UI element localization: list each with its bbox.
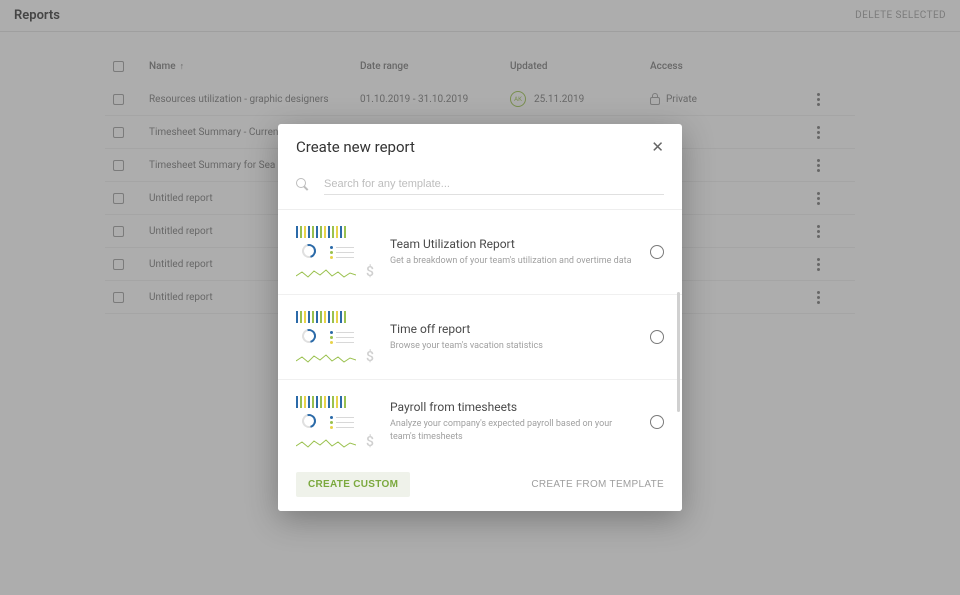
close-icon[interactable]: ✕ bbox=[651, 138, 664, 156]
search-input[interactable] bbox=[324, 174, 664, 195]
modal-title: Create new report bbox=[296, 138, 415, 156]
template-thumbnail: $ bbox=[296, 224, 374, 280]
create-custom-button[interactable]: CREATE CUSTOM bbox=[296, 472, 410, 497]
template-title: Time off report bbox=[390, 322, 634, 336]
template-title: Team Utilization Report bbox=[390, 237, 634, 251]
template-radio[interactable] bbox=[650, 245, 664, 259]
modal-header: Create new report ✕ bbox=[278, 124, 682, 166]
template-option[interactable]: $ Time off report Browse your team's vacat… bbox=[278, 295, 682, 380]
modal-backdrop[interactable]: Create new report ✕ $ Team Utilization Re… bbox=[0, 0, 960, 595]
search-icon bbox=[296, 178, 310, 192]
template-radio[interactable] bbox=[650, 330, 664, 344]
template-thumbnail: $ bbox=[296, 309, 374, 365]
template-list[interactable]: $ Team Utilization Report Get a breakdown … bbox=[278, 210, 682, 460]
create-from-template-button[interactable]: CREATE FROM TEMPLATE bbox=[531, 479, 664, 490]
template-option[interactable]: $ Payroll from timesheets Analyze your com… bbox=[278, 380, 682, 460]
search-row bbox=[278, 166, 682, 210]
template-description: Analyze your company's expected payroll … bbox=[390, 418, 634, 443]
create-report-modal: Create new report ✕ $ Team Utilization Re… bbox=[278, 124, 682, 511]
template-description: Get a breakdown of your team's utilizati… bbox=[390, 255, 634, 268]
template-text: Payroll from timesheets Analyze your comp… bbox=[390, 400, 634, 443]
modal-footer: CREATE CUSTOM CREATE FROM TEMPLATE bbox=[278, 460, 682, 511]
scrollbar-thumb[interactable] bbox=[677, 292, 680, 412]
template-thumbnail: $ bbox=[296, 394, 374, 450]
template-text: Team Utilization Report Get a breakdown o… bbox=[390, 237, 634, 268]
template-description: Browse your team's vacation statistics bbox=[390, 340, 634, 353]
template-text: Time off report Browse your team's vacati… bbox=[390, 322, 634, 353]
template-title: Payroll from timesheets bbox=[390, 400, 634, 414]
template-option[interactable]: $ Team Utilization Report Get a breakdown … bbox=[278, 210, 682, 295]
template-radio[interactable] bbox=[650, 415, 664, 429]
